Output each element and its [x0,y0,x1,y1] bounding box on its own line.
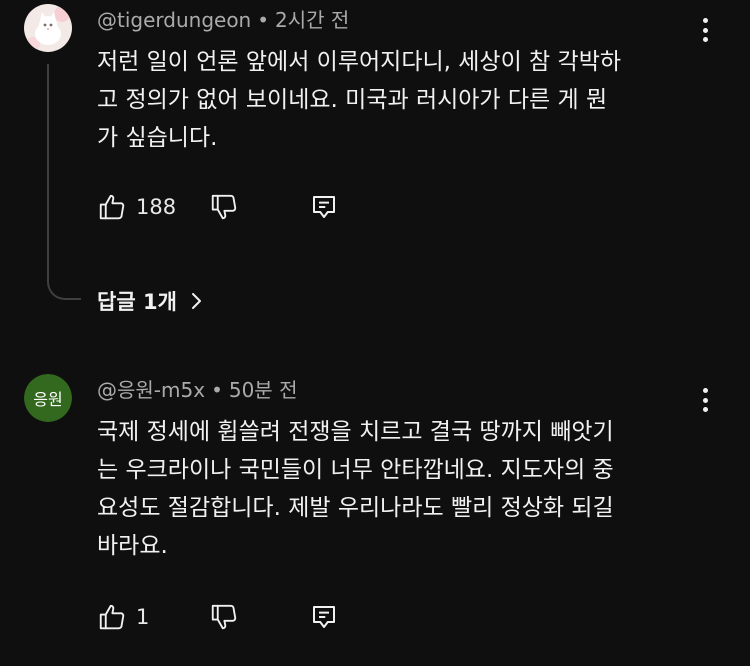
avatar[interactable] [24,4,72,52]
like-button[interactable]: 188 [97,191,176,223]
reply-thread-line [47,64,81,300]
author-handle[interactable]: @응원-m5x [97,378,205,402]
kebab-menu-icon[interactable] [698,386,712,414]
dislike-button[interactable] [209,191,239,223]
comment-reply-icon [313,196,335,218]
like-count: 188 [136,195,177,219]
comment-text: 저런 일이 언론 앞에서 이루어지다니, 세상이 참 각박하 고 정의가 없어 … [97,49,622,151]
comment-meta: @응원-m5x • 50분 전 [97,376,297,404]
comment-reply-icon [313,606,335,628]
view-replies-button[interactable]: 답글 1개 [97,286,203,316]
comment-1: @tigerdungeon • 2시간 전 저런 일이 언론 앞에서 이루어지다니,… [0,0,750,330]
reply-button[interactable] [309,601,339,633]
thumbs-down-icon [211,194,237,220]
avatar[interactable]: 응원 [24,374,72,422]
reply-button[interactable] [309,191,339,223]
comment-2: 응원 @응원-m5x • 50분 전 국제 정세에 휩쓸려 전쟁을 치르고 결국 땅… [0,370,750,666]
dislike-button[interactable] [209,601,239,633]
like-button[interactable]: 1 [97,601,149,633]
timestamp[interactable]: 50분 전 [229,378,298,402]
author-handle[interactable]: @tigerdungeon [97,8,251,32]
kebab-menu-icon[interactable] [698,16,712,44]
avatar-initials: 응원 [24,374,72,422]
thumbs-up-icon [99,194,125,220]
thumbs-down-icon [211,604,237,630]
comment-text: 국제 정세에 휩쓸려 전쟁을 치르고 결국 땅까지 빼앗기 는 우크라이나 국민… [97,419,614,559]
replies-label: 답글 1개 [97,290,177,314]
meta-separator: • [257,8,270,32]
timestamp[interactable]: 2시간 전 [275,8,349,32]
comment-meta: @tigerdungeon • 2시간 전 [97,6,349,34]
comments-section: @tigerdungeon • 2시간 전 저런 일이 언론 앞에서 이루어지다니,… [0,0,750,666]
chevron-right-icon [191,293,201,309]
like-count: 1 [136,605,150,629]
thumbs-up-icon [99,604,125,630]
meta-separator: • [211,378,223,402]
white-cat-avatar-icon [24,4,72,52]
